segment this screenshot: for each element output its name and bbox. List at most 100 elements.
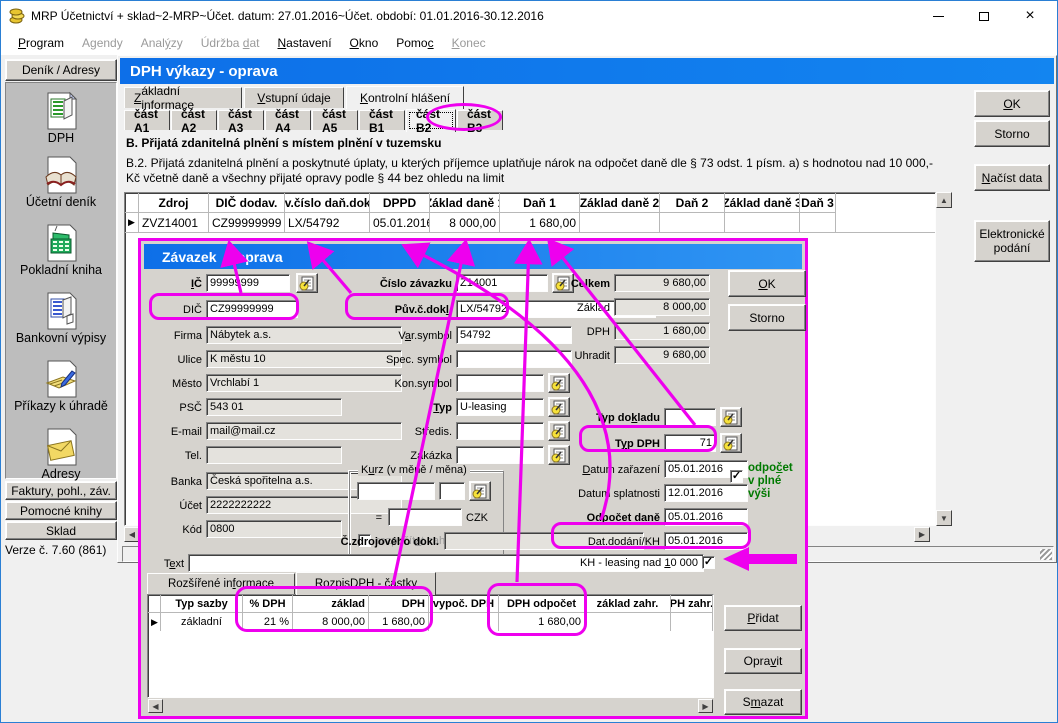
tab-kontrolni-hlaseni[interactable]: Kontrolní hlášení [346, 86, 464, 109]
typ-dph-lookup-button[interactable] [720, 433, 742, 453]
scroll-down-icon[interactable]: ▼ [936, 510, 952, 526]
ic-label: IČ [146, 278, 202, 290]
subtab-cast-a2[interactable]: část A2 [171, 110, 217, 130]
lookup-note-icon [551, 424, 567, 439]
menu-okno[interactable]: Okno [341, 33, 388, 53]
storno-button[interactable]: Storno [974, 120, 1050, 147]
close-button[interactable]: × [1007, 1, 1053, 31]
subtab-cast-b3[interactable]: část B3 [457, 110, 503, 130]
kurz-group-label: Kurz (v měně / měna) [358, 464, 470, 476]
nacist-data-button[interactable]: Načíst data [974, 164, 1050, 191]
sidebar-item-prikazy-k-uhrade[interactable]: Příkazy k úhradě [6, 359, 116, 413]
stredis-field[interactable] [456, 422, 544, 440]
zakazka-label: Zakázka [352, 450, 452, 462]
subtab-cast-b1[interactable]: část B1 [359, 110, 405, 130]
resize-grip[interactable] [1040, 549, 1052, 560]
detail-scroll-right-icon[interactable]: ▶ [698, 699, 713, 713]
odpocet-plna-checkbox[interactable] [730, 470, 743, 483]
sidebar-tab-denik-adresy[interactable]: Deník / Adresy [5, 59, 117, 81]
menu-nastaveni[interactable]: Nastavení [269, 33, 341, 53]
typ-dph-field[interactable]: 71 [664, 434, 716, 452]
tel-label: Tel. [146, 450, 202, 462]
tab-vstupni-udaje[interactable]: Vstupní údaje [244, 87, 344, 108]
dialog-storno-button[interactable]: Storno [728, 304, 806, 331]
kurz-prepocet-field[interactable] [388, 508, 462, 526]
kh-leasing-checkbox[interactable] [702, 556, 715, 569]
opravit-button[interactable]: Opravit [724, 648, 802, 674]
maximize-button[interactable] [961, 1, 1007, 31]
elektronicke-podani-button[interactable]: Elektronické podání [974, 220, 1050, 262]
tab-rozsirene-informace[interactable]: Rozšířené informace [147, 573, 295, 594]
menu-analyzy[interactable]: Analýzy [132, 33, 192, 53]
sidebar-item-adresy[interactable]: Adresy [6, 427, 116, 481]
datum-splatnosti-field[interactable]: 12.01.2016 [664, 484, 748, 502]
smazat-button[interactable]: Smazat [724, 689, 802, 715]
tab-zakladni-informace[interactable]: Základní informace [124, 87, 242, 108]
subtab-cast-a3[interactable]: část A3 [218, 110, 264, 130]
payment-order-icon [42, 359, 80, 399]
minimize-button[interactable] [915, 1, 961, 31]
menu-program[interactable]: Program [9, 33, 73, 53]
menu-konec[interactable]: Konec [443, 33, 495, 53]
kon-symbol-lookup-button[interactable] [548, 373, 570, 393]
menu-udrzba[interactable]: Údržba dat [192, 33, 269, 53]
detail-scroll-left-icon[interactable]: ◀ [148, 699, 163, 713]
sidebar-item-ucetni-denik[interactable]: Účetní deník [6, 155, 116, 209]
typ-dokladu-field[interactable] [664, 408, 716, 426]
subtab-cast-a5[interactable]: část A5 [312, 110, 358, 130]
subtab-cast-a1[interactable]: část A1 [124, 110, 170, 130]
sidebar-button-faktury[interactable]: Faktury, pohl., záv. [5, 481, 117, 500]
zavazek-dialog: Závazek - oprava IČ 99999999 DIČ CZ99999… [138, 238, 808, 719]
kurz-mena1-field[interactable] [357, 482, 435, 500]
puv-c-dokl-label: Pův.č.dokl. [352, 304, 452, 316]
sidebar-item-label: Adresy [42, 467, 81, 481]
firma-label: Firma [146, 330, 202, 342]
section-heading: B. Přijatá zdanitelná plnění s místem pl… [126, 136, 441, 150]
menu-bar: Program Agendy Analýzy Údržba dat Nastav… [1, 31, 1057, 55]
dic-field[interactable]: CZ99999999 [206, 300, 298, 318]
ok-button[interactable]: OK [974, 90, 1050, 117]
menu-agendy[interactable]: Agendy [73, 33, 132, 53]
celkem-field: 9 680,00 [614, 274, 710, 292]
subtab-cast-a4[interactable]: část A4 [265, 110, 311, 130]
kurz-mena2-field[interactable] [439, 482, 465, 500]
title-bar: MRP Účetnictví + sklad~2-MRP~Účet. datum… [1, 1, 1057, 31]
typ-dokladu-lookup-button[interactable] [720, 407, 742, 427]
scroll-up-icon[interactable]: ▲ [936, 192, 952, 208]
sidebar-item-dph[interactable]: DPH [6, 91, 116, 145]
dat-dodani-kh-field[interactable]: 05.01.2016 [664, 532, 748, 550]
ic-field[interactable]: 99999999 [206, 274, 290, 292]
journal-book-icon [42, 155, 80, 195]
cislo-zavazku-field[interactable]: Z14001 [456, 274, 548, 292]
kh-leasing-label: KH - leasing nad 10 000 [558, 557, 698, 569]
typ-field[interactable]: U-leasing [456, 398, 544, 416]
sidebar-button-pomocne-knihy[interactable]: Pomocné knihy [5, 501, 117, 520]
subtab-cast-b2[interactable]: část B2 [406, 109, 456, 132]
email-label: E-mail [146, 426, 202, 438]
table-row[interactable]: ZVZ14001 CZ99999999 LX/54792 05.01.2016 … [125, 213, 935, 233]
sidebar-item-bankovni-vypisy[interactable]: Bankovní výpisy [6, 291, 116, 345]
pridat-button[interactable]: Přidat [724, 605, 802, 631]
currency-label: CZK [466, 512, 496, 524]
sidebar-button-sklad[interactable]: Sklad [5, 521, 117, 540]
detail-table-row[interactable]: základní 21 % 8 000,00 1 680,00 1 680,00 [148, 613, 713, 631]
kurz-lookup-button[interactable] [469, 481, 491, 501]
scroll-right-icon[interactable]: ▶ [914, 527, 930, 542]
ic-lookup-button[interactable] [296, 273, 318, 293]
app-coins-icon [9, 8, 27, 24]
zakazka-field[interactable] [456, 446, 544, 464]
psc-field[interactable]: 543 01 [206, 398, 342, 416]
bank-statement-icon [42, 291, 80, 331]
odpocet-dane-field[interactable]: 05.01.2016 [664, 508, 748, 526]
tab-rozpis-dph[interactable]: Rozpis DPH - částky [296, 572, 436, 595]
lookup-note-icon [299, 276, 315, 291]
section-description: B.2. Přijatá zdanitelná plnění a poskytn… [126, 156, 950, 186]
sidebar-item-pokladni-kniha[interactable]: Pokladní kniha [6, 223, 116, 277]
envelope-icon [42, 427, 80, 467]
menu-pomoc[interactable]: Pomoc [387, 33, 442, 53]
sidebar-item-label: DPH [48, 131, 74, 145]
dialog-ok-button[interactable]: OK [728, 270, 806, 297]
kon-symbol-field[interactable] [456, 374, 544, 392]
spec-symbol-label: Spec. symbol [352, 354, 452, 366]
tel-field[interactable] [206, 446, 342, 464]
